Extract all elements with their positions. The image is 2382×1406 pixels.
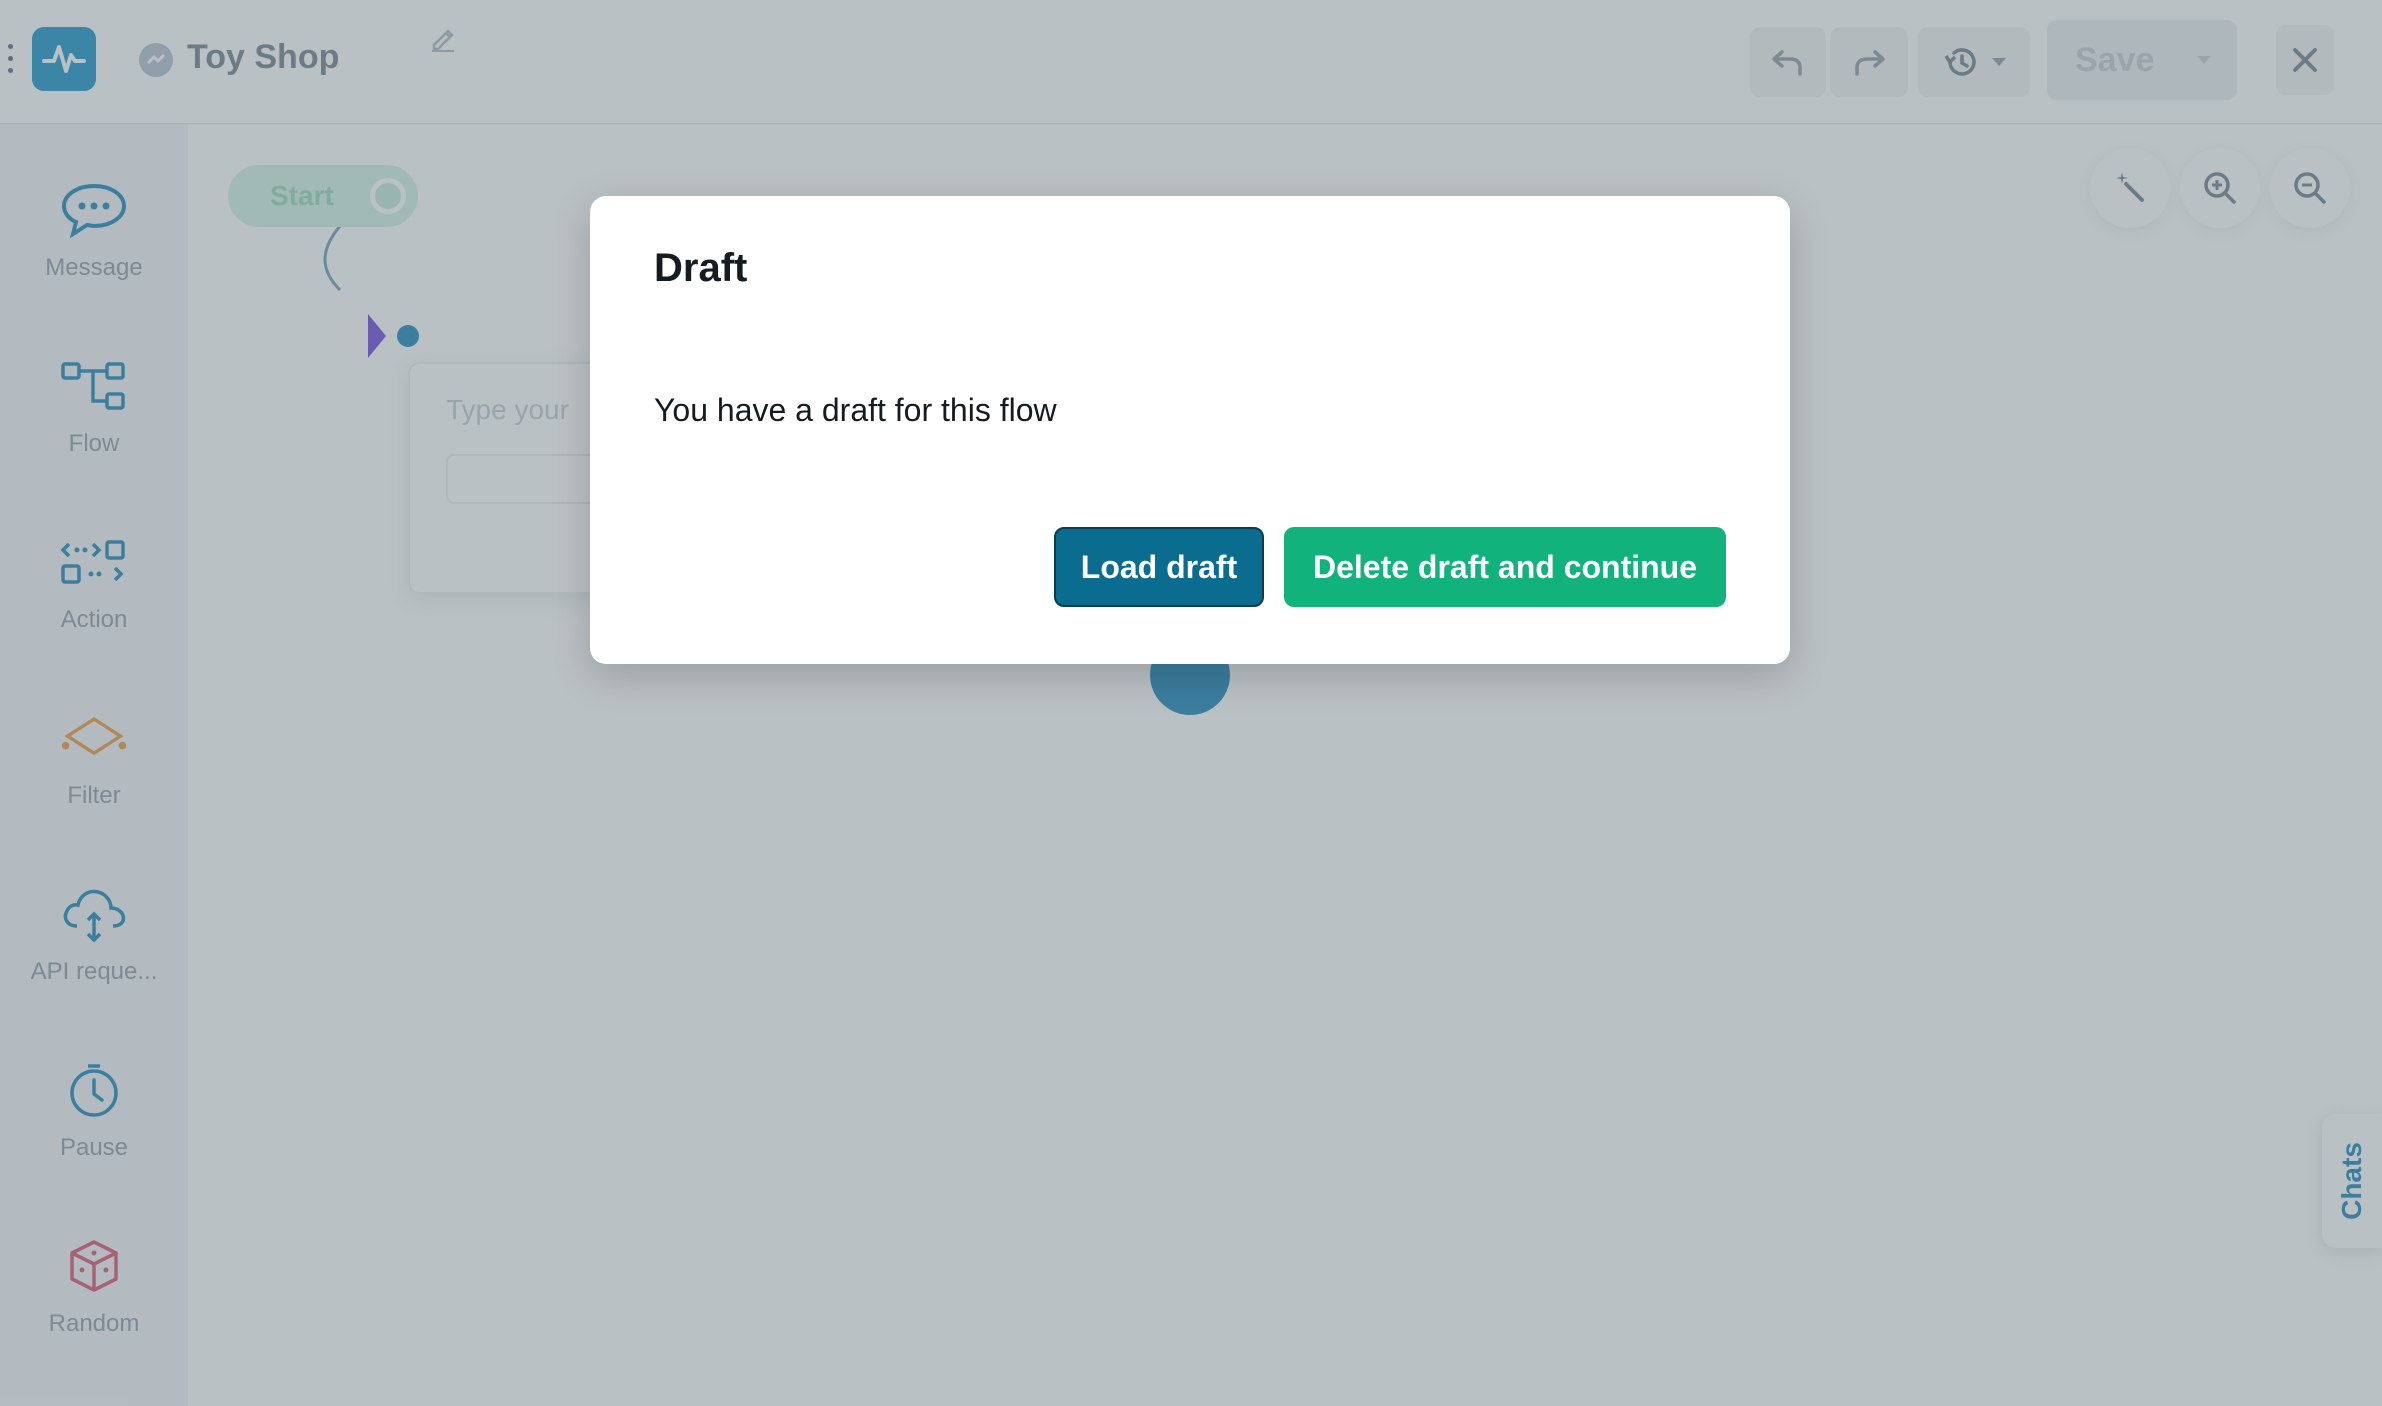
draft-dialog: Draft You have a draft for this flow Loa… xyxy=(590,196,1790,664)
load-draft-button[interactable]: Load draft xyxy=(1054,527,1264,607)
delete-draft-button[interactable]: Delete draft and continue xyxy=(1284,527,1726,607)
dialog-message: You have a draft for this flow xyxy=(654,392,1057,428)
dialog-title: Draft xyxy=(654,246,748,290)
